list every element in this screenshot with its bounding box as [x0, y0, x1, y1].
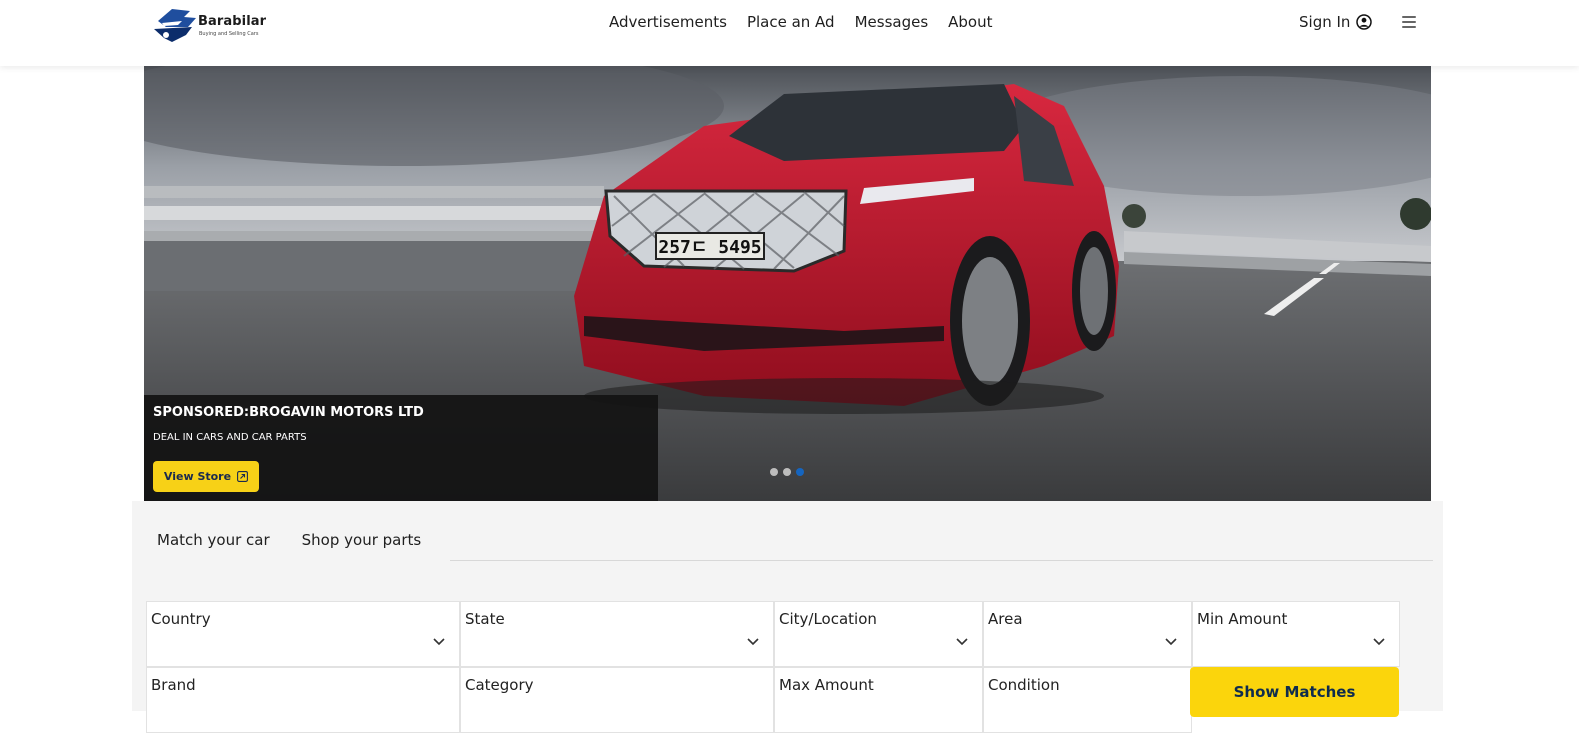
header: Barabilar Buying and Selling Cars Advert… [0, 0, 1579, 66]
nav-advertisements[interactable]: Advertisements [609, 13, 727, 31]
category-label: Category [465, 676, 534, 694]
chevron-down-icon [956, 638, 968, 646]
max-amount-select[interactable]: Max Amount [774, 667, 983, 733]
brand-label: Brand [151, 676, 196, 694]
min-amount-label: Min Amount [1197, 610, 1288, 628]
tab-match-your-car[interactable]: Match your car [157, 531, 270, 549]
area-label: Area [988, 610, 1023, 628]
hero-banner: 257ㄷ 5495 SPONSORED:BROGAVIN MOTORS LTD … [144, 66, 1431, 501]
sponsor-overlay: SPONSORED:BROGAVIN MOTORS LTD DEAL IN CA… [144, 395, 658, 501]
nav-place-an-ad[interactable]: Place an Ad [747, 13, 835, 31]
condition-label: Condition [988, 676, 1060, 694]
chevron-down-icon [747, 638, 759, 646]
carousel-dots [770, 468, 804, 476]
logo[interactable]: Barabilar Buying and Selling Cars [152, 5, 282, 45]
chevron-down-icon [1165, 638, 1177, 646]
external-link-icon [237, 471, 249, 482]
country-label: Country [151, 610, 211, 628]
logo-tagline: Buying and Selling Cars [199, 31, 259, 37]
tab-shop-your-parts[interactable]: Shop your parts [302, 531, 422, 549]
hamburger-menu-icon[interactable] [1402, 16, 1416, 28]
sign-in-button[interactable]: Sign In [1299, 13, 1373, 31]
city-location-select[interactable]: City/Location [774, 601, 983, 667]
sponsor-title: SPONSORED:BROGAVIN MOTORS LTD [153, 405, 424, 420]
search-panel: Match your car Shop your parts Country S… [132, 501, 1443, 733]
main-nav: Advertisements Place an Ad Messages Abou… [609, 13, 993, 31]
license-plate: 257ㄷ 5495 [658, 237, 761, 258]
view-store-label: View Store [163, 470, 232, 483]
user-icon [1356, 14, 1373, 30]
logo-brand: Barabilar [198, 14, 267, 29]
chevron-down-icon [1373, 638, 1385, 646]
sponsor-description: DEAL IN CARS AND CAR PARTS [153, 432, 307, 443]
state-select[interactable]: State [460, 601, 774, 667]
car-logo-icon [154, 9, 196, 42]
min-amount-select[interactable]: Min Amount [1192, 601, 1400, 667]
max-amount-label: Max Amount [779, 676, 874, 694]
area-select[interactable]: Area [983, 601, 1192, 667]
sign-in-label: Sign In [1299, 13, 1351, 31]
brand-select[interactable]: Brand [146, 667, 460, 733]
show-matches-button[interactable]: Show Matches [1190, 667, 1399, 717]
category-select[interactable]: Category [460, 667, 774, 733]
chevron-down-icon [433, 638, 445, 646]
tab-divider [450, 560, 1433, 561]
search-tabs: Match your car Shop your parts [157, 531, 421, 549]
nav-messages[interactable]: Messages [855, 13, 929, 31]
city-location-label: City/Location [779, 610, 877, 628]
carousel-dot-2[interactable] [783, 468, 791, 476]
carousel-dot-3[interactable] [796, 468, 804, 476]
state-label: State [465, 610, 505, 628]
country-select[interactable]: Country [146, 601, 460, 667]
nav-about[interactable]: About [948, 13, 992, 31]
view-store-button[interactable]: View Store [153, 461, 259, 492]
condition-select[interactable]: Condition [983, 667, 1192, 733]
carousel-dot-1[interactable] [770, 468, 778, 476]
